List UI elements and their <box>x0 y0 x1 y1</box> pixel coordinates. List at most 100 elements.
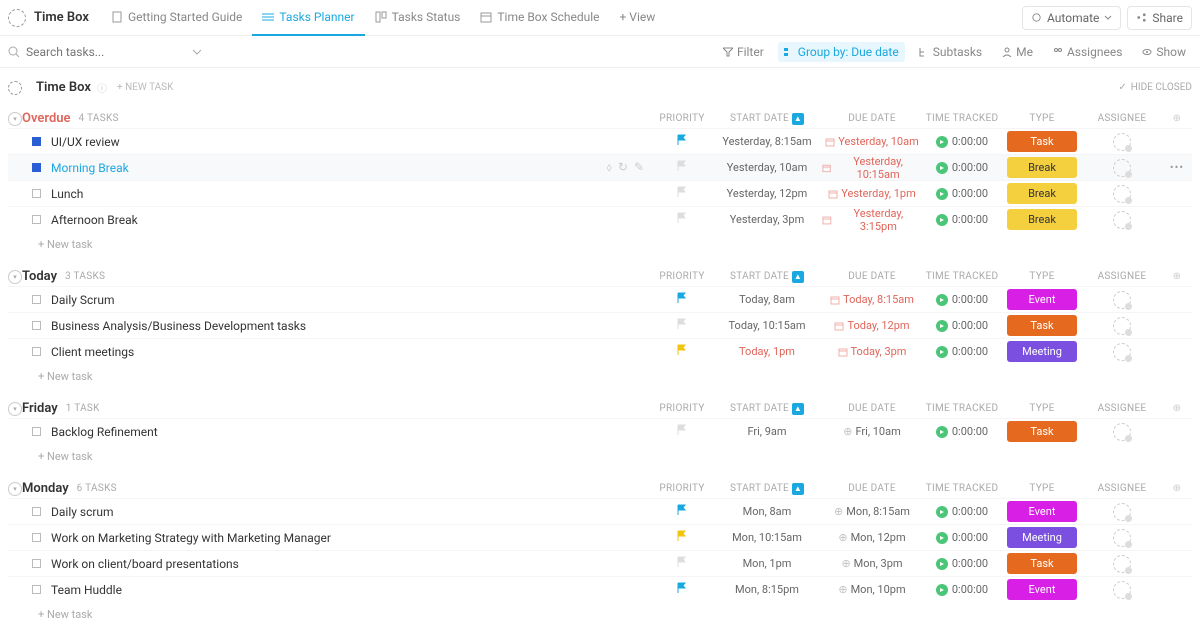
task-row[interactable]: Afternoon Break Yesterday, 3pm Yesterday… <box>8 206 1192 232</box>
col-type[interactable]: TYPE <box>1002 271 1082 283</box>
add-column-button[interactable]: ⊕ <box>1162 483 1192 495</box>
type-cell[interactable]: Break <box>1002 209 1082 230</box>
start-date-cell[interactable]: Mon, 8:15pm <box>712 583 822 596</box>
col-start-date[interactable]: START DATE▲ <box>712 271 822 283</box>
task-name[interactable]: Afternoon Break <box>51 213 652 227</box>
collapse-icon[interactable]: ▾ <box>8 402 22 416</box>
task-name[interactable]: Client meetings <box>51 345 652 359</box>
start-date-cell[interactable]: Yesterday, 10am <box>712 161 822 174</box>
type-cell[interactable]: Meeting <box>1002 341 1082 362</box>
task-name[interactable]: Daily Scrum <box>51 293 652 307</box>
groupby-button[interactable]: Group by: Due date <box>778 42 905 62</box>
subtasks-button[interactable]: Subtasks <box>913 42 988 62</box>
task-name[interactable]: Work on Marketing Strategy with Marketin… <box>51 531 652 545</box>
type-cell[interactable]: Task <box>1002 421 1082 442</box>
play-icon[interactable] <box>936 162 948 174</box>
due-date-cell[interactable]: Yesterday, 3:15pm <box>822 207 922 233</box>
chevron-down-icon[interactable] <box>192 47 202 57</box>
col-priority[interactable]: PRIORITY <box>652 403 712 415</box>
col-time-tracked[interactable]: TIME TRACKED <box>922 271 1002 283</box>
col-priority[interactable]: PRIORITY <box>652 271 712 283</box>
assignee-placeholder-icon[interactable] <box>1113 503 1131 521</box>
play-icon[interactable] <box>936 506 948 518</box>
new-task-button[interactable]: + New task <box>8 602 1192 627</box>
time-tracked-cell[interactable]: 0:00:00 <box>922 583 1002 596</box>
col-priority[interactable]: PRIORITY <box>652 483 712 495</box>
col-assignee[interactable]: ASSIGNEE <box>1082 483 1162 495</box>
play-icon[interactable] <box>936 532 948 544</box>
time-tracked-cell[interactable]: 0:00:00 <box>922 187 1002 200</box>
assignee-cell[interactable] <box>1082 581 1162 599</box>
due-date-cell[interactable]: Yesterday, 10am <box>822 135 922 148</box>
due-date-cell[interactable]: Yesterday, 10:15am <box>822 155 922 181</box>
status-square[interactable] <box>32 585 41 594</box>
task-name[interactable]: Work on client/board presentations <box>51 557 652 571</box>
due-date-cell[interactable]: Today, 3pm <box>822 345 922 358</box>
priority-cell[interactable] <box>652 134 712 149</box>
task-row[interactable]: Work on Marketing Strategy with Marketin… <box>8 524 1192 550</box>
start-date-cell[interactable]: Yesterday, 12pm <box>712 187 822 200</box>
play-icon[interactable] <box>936 346 948 358</box>
assignee-placeholder-icon[interactable] <box>1113 291 1131 309</box>
task-row[interactable]: Lunch Yesterday, 12pm Yesterday, 1pm 0:0… <box>8 180 1192 206</box>
start-date-cell[interactable]: Mon, 8am <box>712 505 822 518</box>
play-icon[interactable] <box>936 136 948 148</box>
priority-cell[interactable] <box>652 556 712 571</box>
automate-button[interactable]: Automate <box>1022 6 1121 30</box>
tag-icon[interactable]: ⬨ <box>606 160 611 175</box>
status-square[interactable] <box>32 347 41 356</box>
play-icon[interactable] <box>936 214 948 226</box>
assignee-placeholder-icon[interactable] <box>1113 159 1131 177</box>
time-tracked-cell[interactable]: 0:00:00 <box>922 135 1002 148</box>
new-task-button[interactable]: + NEW TASK <box>117 82 173 93</box>
tab-tasks-status[interactable]: Tasks Status <box>365 0 471 36</box>
due-date-cell[interactable]: ⊕Fri, 10am <box>822 425 922 438</box>
assignee-cell[interactable] <box>1082 529 1162 547</box>
col-start-date[interactable]: START DATE▲ <box>712 403 822 415</box>
status-square[interactable] <box>32 507 41 516</box>
assignee-placeholder-icon[interactable] <box>1113 343 1131 361</box>
start-date-cell[interactable]: Mon, 10:15am <box>712 531 822 544</box>
assignee-cell[interactable] <box>1082 343 1162 361</box>
add-view-button[interactable]: + View <box>610 0 666 36</box>
edit-icon[interactable]: ✎ <box>634 160 644 175</box>
time-tracked-cell[interactable]: 0:00:00 <box>922 505 1002 518</box>
assignee-cell[interactable] <box>1082 317 1162 335</box>
play-icon[interactable] <box>936 558 948 570</box>
priority-cell[interactable] <box>652 212 712 227</box>
due-date-cell[interactable]: Today, 8:15am <box>822 293 922 306</box>
task-row[interactable]: UI/UX review Yesterday, 8:15am Yesterday… <box>8 128 1192 154</box>
show-button[interactable]: Show <box>1136 42 1192 62</box>
time-tracked-cell[interactable]: 0:00:00 <box>922 293 1002 306</box>
section-header[interactable]: ▾ Friday 1 TASK PRIORITY START DATE▲ DUE… <box>8 399 1192 418</box>
time-tracked-cell[interactable]: 0:00:00 <box>922 345 1002 358</box>
col-time-tracked[interactable]: TIME TRACKED <box>922 403 1002 415</box>
info-icon[interactable]: ⓘ <box>97 80 107 95</box>
time-tracked-cell[interactable]: 0:00:00 <box>922 425 1002 438</box>
play-icon[interactable] <box>936 188 948 200</box>
task-name[interactable]: Morning Break <box>51 161 606 175</box>
priority-cell[interactable] <box>652 160 712 175</box>
col-type[interactable]: TYPE <box>1002 113 1082 125</box>
col-assignee[interactable]: ASSIGNEE <box>1082 403 1162 415</box>
new-task-button[interactable]: + New task <box>8 232 1192 257</box>
type-cell[interactable]: Event <box>1002 501 1082 522</box>
add-column-button[interactable]: ⊕ <box>1162 403 1192 415</box>
task-row[interactable]: Business Analysis/Business Development t… <box>8 312 1192 338</box>
assignee-placeholder-icon[interactable] <box>1113 555 1131 573</box>
time-tracked-cell[interactable]: 0:00:00 <box>922 557 1002 570</box>
tab-time-box-schedule[interactable]: Time Box Schedule <box>470 0 609 36</box>
assignee-cell[interactable] <box>1082 555 1162 573</box>
type-cell[interactable]: Break <box>1002 183 1082 204</box>
start-date-cell[interactable]: Fri, 9am <box>712 425 822 438</box>
section-header[interactable]: ▾ Overdue 4 TASKS PRIORITY START DATE▲ D… <box>8 109 1192 128</box>
tab-getting-started[interactable]: Getting Started Guide <box>101 0 252 36</box>
type-cell[interactable]: Task <box>1002 315 1082 336</box>
section-header[interactable]: ▾ Monday 6 TASKS PRIORITY START DATE▲ DU… <box>8 479 1192 498</box>
time-tracked-cell[interactable]: 0:00:00 <box>922 531 1002 544</box>
share-button[interactable]: Share <box>1127 6 1192 30</box>
start-date-cell[interactable]: Yesterday, 3pm <box>712 213 822 226</box>
assignee-cell[interactable] <box>1082 503 1162 521</box>
assignee-cell[interactable] <box>1082 185 1162 203</box>
assignee-cell[interactable] <box>1082 159 1162 177</box>
